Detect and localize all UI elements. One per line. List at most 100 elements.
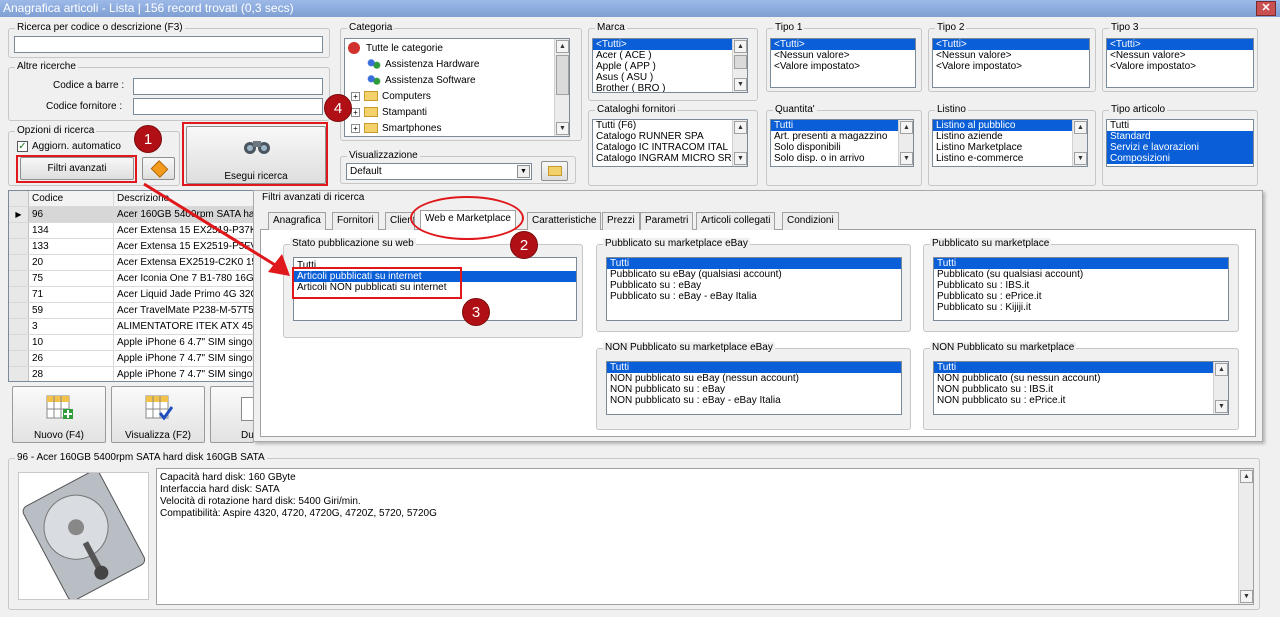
list-item[interactable]: <Tutti> bbox=[771, 39, 915, 50]
list-item[interactable]: <Tutti> bbox=[593, 39, 747, 50]
row-selector[interactable] bbox=[9, 239, 29, 254]
list-item[interactable]: Tutti bbox=[607, 362, 901, 373]
list-item[interactable]: Pubblicato su : ePrice.it bbox=[934, 291, 1228, 302]
table-row[interactable]: 59 Acer TravelMate P238-M-57T5 bbox=[9, 303, 253, 319]
expand-icon[interactable]: + bbox=[351, 107, 360, 117]
list-item[interactable]: <Nessun valore> bbox=[771, 50, 915, 61]
row-selector[interactable] bbox=[9, 319, 29, 334]
list-item[interactable]: <Nessun valore> bbox=[1107, 50, 1253, 61]
list-item[interactable]: Servizi e lavorazioni bbox=[1107, 142, 1253, 153]
tab-prezzi[interactable]: Prezzi bbox=[602, 212, 640, 230]
list-item[interactable]: NON pubblicato (su nessun account) bbox=[934, 373, 1228, 384]
open-folder-button[interactable] bbox=[541, 161, 568, 181]
row-selector[interactable] bbox=[9, 287, 29, 302]
list-item[interactable]: Pubblicato su : eBay bbox=[607, 280, 901, 291]
scroll-down-icon[interactable]: ▼ bbox=[734, 152, 747, 165]
list-item[interactable]: Acer ( ACE ) bbox=[593, 50, 747, 61]
search-input[interactable] bbox=[14, 36, 323, 53]
close-button[interactable]: ✕ bbox=[1256, 1, 1276, 16]
row-selector[interactable] bbox=[9, 223, 29, 238]
non-ebay-list[interactable]: Tutti NON pubblicato su eBay (nessun acc… bbox=[606, 361, 902, 415]
non-market-scrollbar[interactable]: ▲ ▼ bbox=[1213, 362, 1228, 414]
list-item[interactable]: Pubblicato (su qualsiasi account) bbox=[934, 269, 1228, 280]
list-item[interactable]: Catalogo INGRAM MICRO SRL bbox=[593, 153, 747, 164]
list-item[interactable]: Composizioni bbox=[1107, 153, 1253, 164]
scroll-up-icon[interactable]: ▲ bbox=[1074, 121, 1087, 134]
list-item[interactable]: <Valore impostato> bbox=[771, 61, 915, 72]
nuovo-button[interactable]: Nuovo (F4) bbox=[12, 386, 106, 443]
tree-item-all[interactable]: Tutte le categorie bbox=[348, 41, 443, 57]
list-item[interactable]: Tutti bbox=[1107, 120, 1253, 131]
row-selector[interactable] bbox=[9, 303, 29, 318]
col-codice[interactable]: Codice bbox=[32, 191, 110, 206]
table-row[interactable]: 71 Acer Liquid Jade Primo 4G 32GB bbox=[9, 287, 253, 303]
tree-item-smartphones[interactable]: + Smartphones bbox=[351, 121, 441, 136]
market-list[interactable]: Tutti Pubblicato (su qualsiasi account) … bbox=[933, 257, 1229, 321]
table-row[interactable]: 26 Apple iPhone 7 4.7" SIM singola bbox=[9, 351, 253, 367]
tipo-articolo-list[interactable]: Tutti Standard Servizi e lavorazioni Com… bbox=[1106, 119, 1254, 167]
visualizzazione-select[interactable]: Default ▼ bbox=[346, 163, 532, 180]
table-row[interactable]: 10 Apple iPhone 6 4.7" SIM singola bbox=[9, 335, 253, 351]
detail-description[interactable]: Capacità hard disk: 160 GByte Interfacci… bbox=[156, 468, 1254, 605]
detail-scrollbar[interactable]: ▲ ▼ bbox=[1238, 469, 1253, 604]
list-item[interactable]: Asus ( ASU ) bbox=[593, 72, 747, 83]
list-item[interactable]: Tutti bbox=[607, 258, 901, 269]
list-item[interactable]: <Nessun valore> bbox=[933, 50, 1089, 61]
list-item[interactable]: Standard bbox=[1107, 131, 1253, 142]
visualizza-button[interactable]: Visualizza (F2) bbox=[111, 386, 205, 443]
list-item[interactable]: Apple ( APP ) bbox=[593, 61, 747, 72]
scroll-down-icon[interactable]: ▼ bbox=[1215, 400, 1228, 413]
row-selector[interactable] bbox=[9, 351, 29, 366]
scroll-down-icon[interactable]: ▼ bbox=[734, 78, 747, 91]
listino-list[interactable]: Listino al pubblico Listino aziende List… bbox=[932, 119, 1088, 167]
ebay-list[interactable]: Tutti Pubblicato su eBay (qualsiasi acco… bbox=[606, 257, 902, 321]
list-item[interactable]: NON pubblicato su : ePrice.it bbox=[934, 395, 1228, 406]
tree-item-assistenza-hw[interactable]: Assistenza Hardware bbox=[367, 57, 479, 73]
tipo1-list[interactable]: <Tutti> <Nessun valore> <Valore impostat… bbox=[770, 38, 916, 88]
categoria-tree[interactable]: Tutte le categorie Assistenza Hardware A… bbox=[344, 38, 570, 137]
list-item[interactable]: Solo disp. o in arrivo bbox=[771, 153, 913, 164]
clear-filter-button[interactable] bbox=[142, 157, 175, 180]
tree-item-stampanti[interactable]: + Stampanti bbox=[351, 105, 427, 121]
list-item[interactable]: Listino aziende bbox=[933, 131, 1087, 142]
list-item[interactable]: Catalogo IC INTRACOM ITAL bbox=[593, 142, 747, 153]
tab-condizioni[interactable]: Condizioni bbox=[782, 212, 839, 230]
row-selector[interactable]: ▶ bbox=[9, 207, 29, 222]
non-market-list[interactable]: Tutti NON pubblicato (su nessun account)… bbox=[933, 361, 1229, 415]
list-item[interactable]: Pubblicato su : Kijiji.it bbox=[934, 302, 1228, 313]
scroll-thumb[interactable] bbox=[734, 55, 747, 69]
list-item[interactable]: Tutti (F6) bbox=[593, 120, 747, 131]
list-item[interactable]: Art. presenti a magazzino bbox=[771, 131, 913, 142]
tipo3-list[interactable]: <Tutti> <Nessun valore> <Valore impostat… bbox=[1106, 38, 1254, 88]
list-item[interactable]: Tutti bbox=[934, 362, 1228, 373]
scroll-up-icon[interactable]: ▲ bbox=[556, 40, 569, 53]
list-item[interactable]: NON pubblicato su : eBay bbox=[607, 384, 901, 395]
cataloghi-scrollbar[interactable]: ▲ ▼ bbox=[732, 120, 747, 166]
expand-icon[interactable]: + bbox=[351, 91, 360, 101]
list-item[interactable]: Solo disponibili bbox=[771, 142, 913, 153]
cataloghi-list[interactable]: Tutti (F6) Catalogo RUNNER SPA Catalogo … bbox=[592, 119, 748, 167]
quantita-list[interactable]: Tutti Art. presenti a magazzino Solo dis… bbox=[770, 119, 914, 167]
quantita-scrollbar[interactable]: ▲ ▼ bbox=[898, 120, 913, 166]
barcode-input[interactable] bbox=[133, 78, 323, 95]
marca-scrollbar[interactable]: ▲ ▼ bbox=[732, 39, 747, 92]
list-item[interactable]: <Valore impostato> bbox=[1107, 61, 1253, 72]
list-item[interactable]: Listino al pubblico bbox=[933, 120, 1087, 131]
categoria-scrollbar[interactable]: ▲ ▼ bbox=[554, 39, 569, 136]
scroll-down-icon[interactable]: ▼ bbox=[900, 152, 913, 165]
list-item[interactable]: Catalogo RUNNER SPA bbox=[593, 131, 747, 142]
list-item[interactable]: <Valore impostato> bbox=[933, 61, 1089, 72]
tree-item-assistenza-sw[interactable]: Assistenza Software bbox=[367, 73, 476, 89]
table-row[interactable]: 28 Apple iPhone 7 4.7" SIM singola bbox=[9, 367, 253, 381]
duplica-button[interactable]: Du bbox=[210, 386, 255, 443]
marca-list[interactable]: <Tutti> Acer ( ACE ) Apple ( APP ) Asus … bbox=[592, 38, 748, 93]
list-item[interactable]: Pubblicato su : IBS.it bbox=[934, 280, 1228, 291]
list-item[interactable]: Pubblicato su eBay (qualsiasi account) bbox=[607, 269, 901, 280]
row-selector[interactable] bbox=[9, 367, 29, 381]
list-item[interactable]: NON pubblicato su eBay (nessun account) bbox=[607, 373, 901, 384]
expand-icon[interactable]: + bbox=[351, 123, 360, 133]
scroll-down-icon[interactable]: ▼ bbox=[556, 122, 569, 135]
scroll-up-icon[interactable]: ▲ bbox=[1215, 363, 1228, 376]
row-selector[interactable] bbox=[9, 335, 29, 350]
scroll-up-icon[interactable]: ▲ bbox=[734, 121, 747, 134]
